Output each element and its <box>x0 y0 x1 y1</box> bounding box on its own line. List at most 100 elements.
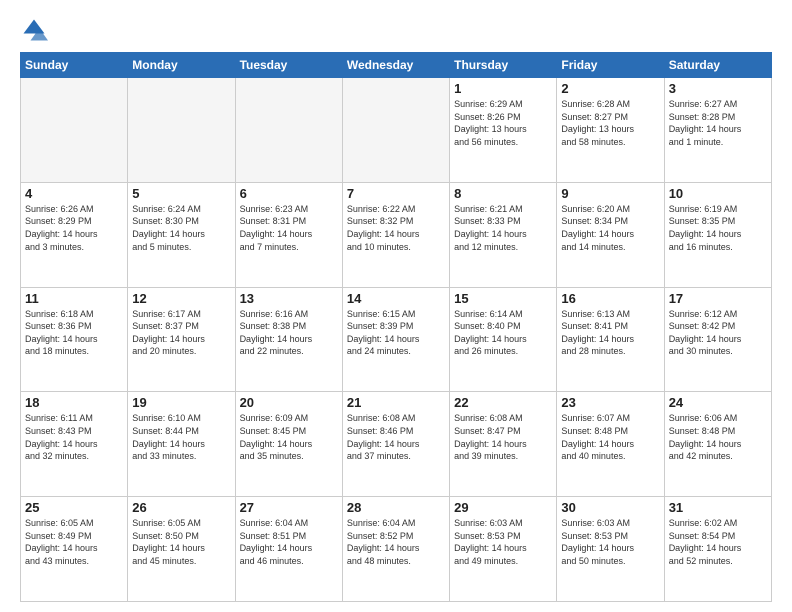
cell-content: Sunrise: 6:26 AM Sunset: 8:29 PM Dayligh… <box>25 203 123 253</box>
cell-content: Sunrise: 6:05 AM Sunset: 8:50 PM Dayligh… <box>132 517 230 567</box>
cell-content: Sunrise: 6:04 AM Sunset: 8:52 PM Dayligh… <box>347 517 445 567</box>
calendar-cell: 3 Sunrise: 6:27 AM Sunset: 8:28 PM Daylig… <box>664 78 771 183</box>
day-header-wednesday: Wednesday <box>342 53 449 78</box>
day-number: 20 <box>240 395 338 410</box>
day-header-friday: Friday <box>557 53 664 78</box>
cell-content: Sunrise: 6:15 AM Sunset: 8:39 PM Dayligh… <box>347 308 445 358</box>
day-number: 14 <box>347 291 445 306</box>
calendar-cell: 9 Sunrise: 6:20 AM Sunset: 8:34 PM Daylig… <box>557 182 664 287</box>
day-number: 16 <box>561 291 659 306</box>
logo-icon <box>20 16 48 44</box>
cell-content: Sunrise: 6:08 AM Sunset: 8:47 PM Dayligh… <box>454 412 552 462</box>
day-number: 10 <box>669 186 767 201</box>
day-number: 24 <box>669 395 767 410</box>
page: SundayMondayTuesdayWednesdayThursdayFrid… <box>0 0 792 612</box>
calendar-cell: 5Sunrise: 6:24 AM Sunset: 8:30 PM Daylig… <box>128 182 235 287</box>
day-number: 22 <box>454 395 552 410</box>
cell-content: Sunrise: 6:10 AM Sunset: 8:44 PM Dayligh… <box>132 412 230 462</box>
day-number: 13 <box>240 291 338 306</box>
calendar-cell: 20 Sunrise: 6:09 AM Sunset: 8:45 PM Dayli… <box>235 392 342 497</box>
cell-content: Sunrise: 6:12 AM Sunset: 8:42 PM Dayligh… <box>669 308 767 358</box>
cell-content: Sunrise: 6:22 AM Sunset: 8:32 PM Dayligh… <box>347 203 445 253</box>
cell-content: Sunrise: 6:11 AM Sunset: 8:43 PM Dayligh… <box>25 412 123 462</box>
day-number: 9 <box>561 186 659 201</box>
cell-content: Sunrise: 6:04 AM Sunset: 8:51 PM Dayligh… <box>240 517 338 567</box>
day-number: 6 <box>240 186 338 201</box>
day-header-tuesday: Tuesday <box>235 53 342 78</box>
day-number: 8 <box>454 186 552 201</box>
day-number: 25 <box>25 500 123 515</box>
cell-content: Sunrise: 6:07 AM Sunset: 8:48 PM Dayligh… <box>561 412 659 462</box>
day-number: 31 <box>669 500 767 515</box>
calendar-cell: 29Sunrise: 6:03 AM Sunset: 8:53 PM Dayli… <box>450 497 557 602</box>
calendar-cell: 30 Sunrise: 6:03 AM Sunset: 8:53 PM Dayli… <box>557 497 664 602</box>
logo <box>20 16 52 44</box>
calendar-cell: 15Sunrise: 6:14 AM Sunset: 8:40 PM Dayli… <box>450 287 557 392</box>
cell-content: Sunrise: 6:03 AM Sunset: 8:53 PM Dayligh… <box>561 517 659 567</box>
calendar-cell <box>342 78 449 183</box>
calendar-cell: 6Sunrise: 6:23 AM Sunset: 8:31 PM Daylig… <box>235 182 342 287</box>
day-number: 12 <box>132 291 230 306</box>
day-number: 15 <box>454 291 552 306</box>
cell-content: Sunrise: 6:16 AM Sunset: 8:38 PM Dayligh… <box>240 308 338 358</box>
cell-content: Sunrise: 6:09 AM Sunset: 8:45 PM Dayligh… <box>240 412 338 462</box>
day-header-sunday: Sunday <box>21 53 128 78</box>
calendar-week-5: 25Sunrise: 6:05 AM Sunset: 8:49 PM Dayli… <box>21 497 772 602</box>
day-number: 3 <box>669 81 767 96</box>
calendar-cell <box>21 78 128 183</box>
calendar-cell: 17 Sunrise: 6:12 AM Sunset: 8:42 PM Dayli… <box>664 287 771 392</box>
cell-content: Sunrise: 6:27 AM Sunset: 8:28 PM Dayligh… <box>669 98 767 148</box>
calendar-cell: 25Sunrise: 6:05 AM Sunset: 8:49 PM Dayli… <box>21 497 128 602</box>
cell-content: Sunrise: 6:29 AM Sunset: 8:26 PM Dayligh… <box>454 98 552 148</box>
cell-content: Sunrise: 6:02 AM Sunset: 8:54 PM Dayligh… <box>669 517 767 567</box>
calendar-cell: 1 Sunrise: 6:29 AM Sunset: 8:26 PM Daylig… <box>450 78 557 183</box>
day-number: 28 <box>347 500 445 515</box>
calendar-header-row: SundayMondayTuesdayWednesdayThursdayFrid… <box>21 53 772 78</box>
calendar-week-4: 18 Sunrise: 6:11 AM Sunset: 8:43 PM Dayli… <box>21 392 772 497</box>
day-number: 29 <box>454 500 552 515</box>
calendar-cell: 14 Sunrise: 6:15 AM Sunset: 8:39 PM Dayli… <box>342 287 449 392</box>
day-number: 19 <box>132 395 230 410</box>
calendar-cell: 4 Sunrise: 6:26 AM Sunset: 8:29 PM Daylig… <box>21 182 128 287</box>
calendar-cell: 22 Sunrise: 6:08 AM Sunset: 8:47 PM Dayli… <box>450 392 557 497</box>
cell-content: Sunrise: 6:17 AM Sunset: 8:37 PM Dayligh… <box>132 308 230 358</box>
day-number: 1 <box>454 81 552 96</box>
calendar-table: SundayMondayTuesdayWednesdayThursdayFrid… <box>20 52 772 602</box>
calendar-cell <box>235 78 342 183</box>
day-number: 11 <box>25 291 123 306</box>
cell-content: Sunrise: 6:19 AM Sunset: 8:35 PM Dayligh… <box>669 203 767 253</box>
day-header-saturday: Saturday <box>664 53 771 78</box>
calendar-cell: 8 Sunrise: 6:21 AM Sunset: 8:33 PM Daylig… <box>450 182 557 287</box>
cell-content: Sunrise: 6:13 AM Sunset: 8:41 PM Dayligh… <box>561 308 659 358</box>
calendar-cell: 27Sunrise: 6:04 AM Sunset: 8:51 PM Dayli… <box>235 497 342 602</box>
calendar-week-3: 11 Sunrise: 6:18 AM Sunset: 8:36 PM Dayli… <box>21 287 772 392</box>
calendar-cell: 13 Sunrise: 6:16 AM Sunset: 8:38 PM Dayli… <box>235 287 342 392</box>
cell-content: Sunrise: 6:18 AM Sunset: 8:36 PM Dayligh… <box>25 308 123 358</box>
calendar-cell: 10 Sunrise: 6:19 AM Sunset: 8:35 PM Dayli… <box>664 182 771 287</box>
cell-content: Sunrise: 6:24 AM Sunset: 8:30 PM Dayligh… <box>132 203 230 253</box>
calendar-cell: 28 Sunrise: 6:04 AM Sunset: 8:52 PM Dayli… <box>342 497 449 602</box>
calendar-cell: 31 Sunrise: 6:02 AM Sunset: 8:54 PM Dayli… <box>664 497 771 602</box>
day-number: 26 <box>132 500 230 515</box>
calendar-cell: 19 Sunrise: 6:10 AM Sunset: 8:44 PM Dayli… <box>128 392 235 497</box>
day-number: 17 <box>669 291 767 306</box>
day-number: 30 <box>561 500 659 515</box>
day-number: 4 <box>25 186 123 201</box>
cell-content: Sunrise: 6:06 AM Sunset: 8:48 PM Dayligh… <box>669 412 767 462</box>
cell-content: Sunrise: 6:20 AM Sunset: 8:34 PM Dayligh… <box>561 203 659 253</box>
day-number: 7 <box>347 186 445 201</box>
day-header-monday: Monday <box>128 53 235 78</box>
calendar-cell: 16 Sunrise: 6:13 AM Sunset: 8:41 PM Dayli… <box>557 287 664 392</box>
calendar-cell: 2Sunrise: 6:28 AM Sunset: 8:27 PM Daylig… <box>557 78 664 183</box>
calendar-cell <box>128 78 235 183</box>
cell-content: Sunrise: 6:28 AM Sunset: 8:27 PM Dayligh… <box>561 98 659 148</box>
calendar-cell: 23Sunrise: 6:07 AM Sunset: 8:48 PM Dayli… <box>557 392 664 497</box>
calendar-cell: 26 Sunrise: 6:05 AM Sunset: 8:50 PM Dayli… <box>128 497 235 602</box>
calendar-cell: 7 Sunrise: 6:22 AM Sunset: 8:32 PM Daylig… <box>342 182 449 287</box>
calendar-cell: 24 Sunrise: 6:06 AM Sunset: 8:48 PM Dayli… <box>664 392 771 497</box>
day-number: 18 <box>25 395 123 410</box>
cell-content: Sunrise: 6:21 AM Sunset: 8:33 PM Dayligh… <box>454 203 552 253</box>
day-number: 21 <box>347 395 445 410</box>
header <box>20 16 772 44</box>
calendar-cell: 21Sunrise: 6:08 AM Sunset: 8:46 PM Dayli… <box>342 392 449 497</box>
